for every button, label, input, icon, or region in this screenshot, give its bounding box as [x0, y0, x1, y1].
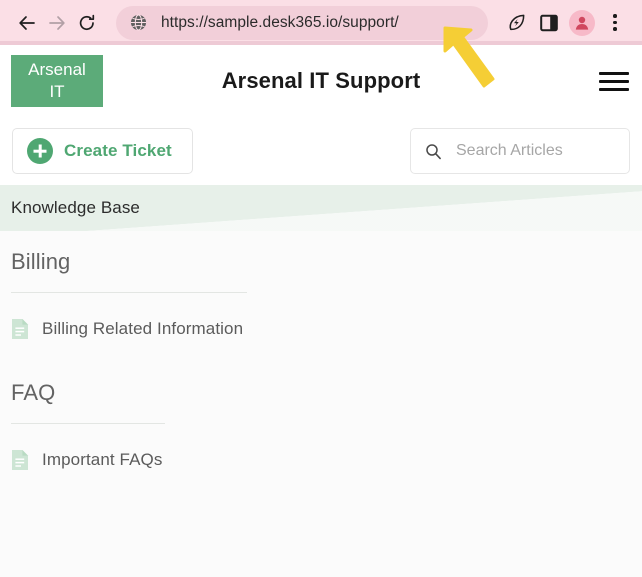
app-root: https://sample.desk365.io/support/ Arsen… [0, 0, 642, 475]
back-button[interactable] [12, 8, 42, 38]
search-box[interactable] [410, 128, 630, 174]
category-title: FAQ [11, 380, 56, 405]
browser-toolbar: https://sample.desk365.io/support/ [0, 0, 642, 45]
create-ticket-label: Create Ticket [64, 141, 172, 160]
knowledge-base-content: Billing Billing Related Information FAQ [0, 231, 642, 475]
back-arrow-icon [19, 15, 35, 30]
forward-arrow-icon [49, 15, 65, 30]
reload-button[interactable] [72, 8, 102, 38]
knowledge-base-banner: Knowledge Base [0, 185, 642, 231]
energy-saver-button[interactable] [501, 8, 531, 38]
document-icon [12, 319, 28, 339]
avatar [569, 9, 595, 36]
article-link[interactable]: Important FAQs [11, 424, 642, 475]
site-header: Arsenal IT Arsenal IT Support [0, 45, 642, 117]
split-view-button[interactable] [534, 8, 564, 38]
search-icon [426, 143, 441, 159]
hamburger-menu-icon[interactable] [599, 71, 629, 91]
plus-circle-icon [27, 138, 53, 164]
browser-menu-button[interactable] [600, 8, 630, 38]
search-input[interactable] [456, 142, 615, 160]
category-title: Billing [11, 249, 71, 274]
globe-icon [130, 14, 147, 31]
create-ticket-button[interactable]: Create Ticket [12, 128, 193, 174]
site-logo[interactable]: Arsenal IT [11, 55, 103, 107]
category-faq: FAQ Important FAQs [0, 380, 642, 475]
breadcrumb: Knowledge Base [11, 198, 140, 217]
profile-avatar-icon [575, 16, 589, 30]
split-screen-icon [540, 14, 558, 31]
document-icon [12, 450, 28, 470]
action-bar: Create Ticket [0, 117, 642, 185]
three-dot-menu-icon [613, 14, 617, 31]
address-bar[interactable]: https://sample.desk365.io/support/ [116, 5, 488, 40]
url-text: https://sample.desk365.io/support/ [161, 13, 399, 31]
profile-button[interactable] [567, 8, 597, 38]
article-link[interactable]: Billing Related Information [11, 293, 642, 344]
leaf-icon [509, 14, 524, 31]
reload-icon [79, 14, 95, 30]
category-billing: Billing Billing Related Information [0, 249, 642, 344]
article-label: Important FAQs [42, 450, 163, 469]
article-label: Billing Related Information [42, 319, 244, 338]
forward-button[interactable] [42, 8, 72, 38]
logo-text: Arsenal IT [28, 60, 86, 101]
